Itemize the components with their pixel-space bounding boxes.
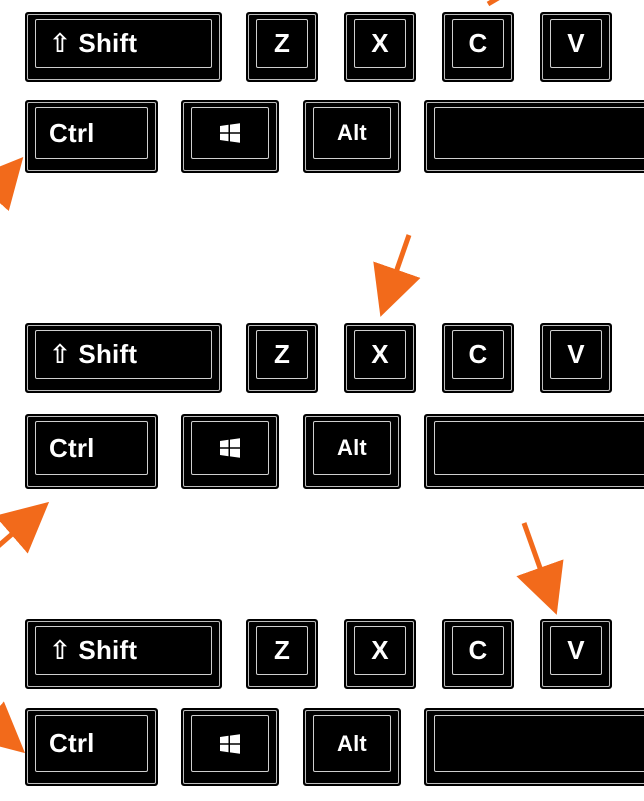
windows-key[interactable] bbox=[181, 708, 279, 786]
alt-key-label: Alt bbox=[337, 730, 367, 756]
space-key[interactable] bbox=[424, 414, 644, 489]
space-key[interactable] bbox=[424, 708, 644, 786]
shift-key[interactable]: ⇧ Shift bbox=[25, 619, 222, 689]
ctrl-key[interactable]: Ctrl bbox=[25, 100, 158, 173]
ctrl-key-label: Ctrl bbox=[49, 432, 95, 463]
space-key-label bbox=[426, 715, 644, 772]
x-key[interactable]: X bbox=[344, 323, 416, 393]
space-key-label bbox=[426, 421, 644, 475]
x-key-label: X bbox=[371, 339, 389, 369]
arrow-to-x-key-2 bbox=[373, 234, 421, 317]
x-key[interactable]: X bbox=[344, 12, 416, 82]
windows-logo-icon bbox=[220, 438, 240, 458]
z-key-label: Z bbox=[273, 28, 291, 58]
x-key-label: X bbox=[371, 635, 389, 665]
ctrl-key-label: Ctrl bbox=[49, 728, 95, 758]
shift-key[interactable]: ⇧ Shift bbox=[25, 12, 222, 82]
alt-key[interactable]: Alt bbox=[303, 414, 401, 489]
windows-logo-icon bbox=[220, 733, 240, 754]
z-key[interactable]: Z bbox=[246, 323, 318, 393]
windows-logo-icon bbox=[220, 123, 240, 143]
z-key-label: Z bbox=[273, 635, 291, 665]
c-key-label: C bbox=[468, 339, 488, 369]
v-key-label: V bbox=[567, 339, 585, 369]
shift-key-label: ⇧ Shift bbox=[49, 28, 138, 58]
alt-key-label: Alt bbox=[337, 120, 367, 145]
alt-key-label: Alt bbox=[337, 435, 367, 460]
shift-key[interactable]: ⇧ Shift bbox=[25, 323, 222, 393]
v-key[interactable]: V bbox=[540, 323, 612, 393]
windows-key[interactable] bbox=[181, 414, 279, 489]
ctrl-key-label: Ctrl bbox=[49, 117, 95, 148]
v-key-label: V bbox=[567, 635, 585, 665]
alt-key[interactable]: Alt bbox=[303, 708, 401, 786]
c-key[interactable]: C bbox=[442, 323, 514, 393]
c-key-label: C bbox=[468, 635, 488, 665]
arrow-to-ctrl-key-2 bbox=[0, 501, 50, 554]
ctrl-key[interactable]: Ctrl bbox=[25, 708, 158, 786]
x-key[interactable]: X bbox=[344, 619, 416, 689]
ctrl-key[interactable]: Ctrl bbox=[25, 414, 158, 489]
shift-key-label: ⇧ Shift bbox=[49, 635, 138, 665]
arrow-to-ctrl-key-3 bbox=[0, 701, 26, 754]
z-key[interactable]: Z bbox=[246, 12, 318, 82]
v-key[interactable]: V bbox=[540, 12, 612, 82]
c-key-label: C bbox=[468, 28, 488, 58]
arrow-to-v-key-3 bbox=[516, 522, 564, 615]
space-key[interactable] bbox=[424, 100, 644, 173]
c-key[interactable]: C bbox=[442, 12, 514, 82]
shift-key-label: ⇧ Shift bbox=[49, 339, 138, 369]
space-key-label bbox=[426, 107, 644, 159]
alt-key[interactable]: Alt bbox=[303, 100, 401, 173]
z-key[interactable]: Z bbox=[246, 619, 318, 689]
z-key-label: Z bbox=[273, 339, 291, 369]
v-key-label: V bbox=[567, 28, 585, 58]
arrow-to-c-key-1 bbox=[486, 0, 500, 7]
x-key-label: X bbox=[371, 28, 389, 58]
windows-key[interactable] bbox=[181, 100, 279, 173]
c-key[interactable]: C bbox=[442, 619, 514, 689]
v-key[interactable]: V bbox=[540, 619, 612, 689]
arrow-to-ctrl-key-1 bbox=[0, 157, 24, 212]
